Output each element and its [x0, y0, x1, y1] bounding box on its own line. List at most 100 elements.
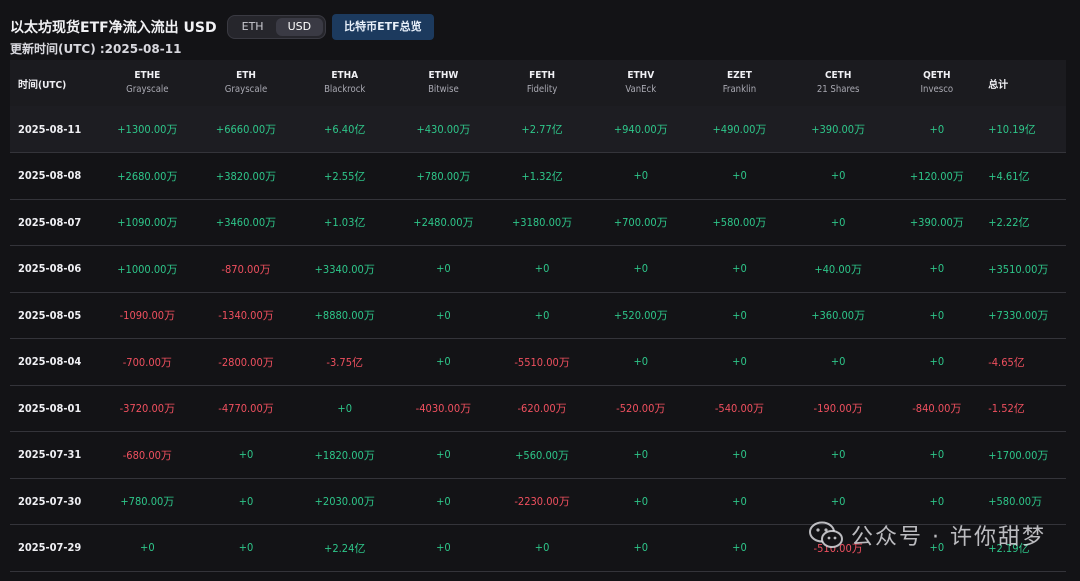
- flow-cell: -700.00万: [122, 355, 172, 369]
- flow-cell: +2.55亿: [324, 169, 366, 183]
- table-row[interactable]: 2025-07-30 +780.00万 +0 +2030.00万 +0 -2230.00万…: [10, 478, 1067, 525]
- flow-cell: +1820.00万: [314, 448, 375, 462]
- flow-cell: +430.00万: [416, 123, 471, 136]
- flow-cell: +0: [830, 355, 846, 369]
- flow-cell: +0: [929, 494, 945, 508]
- flow-cell: +0: [929, 122, 945, 136]
- flow-cell: +6660.00万: [215, 123, 277, 136]
- flow-cell: +0: [732, 494, 747, 508]
- fund-code: ETHW: [428, 70, 459, 81]
- etf-flow-table: 时间(UTC) ETHE Grayscale ETH Grayscale ETHA Bla…: [10, 60, 1067, 572]
- flow-cell: +1090.00万: [117, 216, 178, 230]
- flow-cell: +1.32亿: [521, 169, 563, 183]
- table-row[interactable]: 2025-08-07 +1090.00万 +3460.00万 +1.03亿 +2480.…: [10, 199, 1067, 246]
- flow-cell: +3820.00万: [215, 169, 277, 183]
- table-row[interactable]: 2025-08-05 -1090.00万 -1340.00万 +8880.00万 +0 +…: [10, 292, 1067, 339]
- flow-cell: +940.00万: [613, 123, 668, 136]
- row-date: 2025-08-05: [18, 308, 82, 322]
- fund-code: CETH: [824, 70, 852, 81]
- total-column-header[interactable]: 总计: [986, 60, 1066, 106]
- column-header-ethw[interactable]: ETHW Bitwise: [394, 60, 493, 106]
- fund-issuer: Grayscale: [126, 84, 169, 95]
- flow-cell: -4770.00万: [218, 402, 274, 416]
- page-title: 以太坊现货ETF净流入流出 USD: [10, 20, 217, 36]
- table-row[interactable]: 2025-08-01 -3720.00万 -4770.00万 +0 -4030.00万 -…: [10, 385, 1067, 432]
- column-header-ceth[interactable]: CETH 21 Shares: [789, 60, 888, 106]
- total-cell: -4.65亿: [988, 355, 1025, 369]
- flow-cell: +0: [830, 215, 846, 229]
- flow-cell: +3460.00万: [215, 216, 277, 230]
- column-header-qeth[interactable]: QETH Invesco: [888, 60, 987, 106]
- flow-cell: +0: [929, 541, 945, 555]
- total-cell: +10.19亿: [988, 123, 1036, 136]
- flow-cell: +0: [929, 448, 945, 462]
- column-header-ethe[interactable]: ETHE Grayscale: [98, 60, 197, 106]
- total-cell: +1700.00万: [988, 448, 1049, 462]
- flow-cell: +490.00万: [712, 123, 767, 136]
- page: 以太坊现货ETF净流入流出 USD ETH USD 比特币ETF总览 更新时间(…: [0, 0, 1080, 581]
- flow-cell: +0: [830, 494, 846, 508]
- row-date: 2025-08-08: [18, 169, 82, 183]
- flow-cell: -4030.00万: [415, 402, 472, 416]
- row-date: 2025-08-04: [18, 355, 82, 369]
- header: 以太坊现货ETF净流入流出 USD ETH USD 比特币ETF总览: [10, 0, 1070, 42]
- flow-cell: -510.00万: [813, 541, 863, 555]
- flow-cell: -1340.00万: [218, 309, 274, 323]
- flow-cell: +0: [633, 355, 649, 369]
- table-body: 2025-08-11 +1300.00万 +6660.00万 +6.40亿 +430.0…: [10, 106, 1067, 571]
- row-date: 2025-08-11: [18, 122, 82, 136]
- total-cell: +3510.00万: [988, 262, 1049, 276]
- total-cell: +2.19亿: [988, 541, 1030, 555]
- row-date: 2025-07-30: [18, 494, 82, 508]
- column-header-feth[interactable]: FETH Fidelity: [493, 60, 592, 106]
- column-header-eth[interactable]: ETH Grayscale: [197, 60, 296, 106]
- table-header-row: 时间(UTC) ETHE Grayscale ETH Grayscale ETHA Bla…: [10, 60, 1067, 106]
- flow-cell: +0: [534, 541, 550, 555]
- flow-cell: -1090.00万: [119, 309, 176, 323]
- column-header-etha[interactable]: ETHA Blackrock: [295, 60, 394, 106]
- btc-etf-overview-button[interactable]: 比特币ETF总览: [332, 14, 434, 40]
- flow-cell: +780.00万: [120, 495, 175, 509]
- column-header-ezet[interactable]: EZET Franklin: [690, 60, 789, 106]
- flow-cell: +0: [633, 448, 649, 462]
- flow-cell: -2230.00万: [514, 495, 570, 509]
- table-row[interactable]: 2025-07-29 +0 +0 +2.24亿 +0 +0 +0 +0 -510.00万 +0 +2…: [10, 525, 1067, 571]
- flow-cell: -5510.00万: [514, 355, 570, 369]
- currency-toggle: ETH USD: [226, 15, 327, 39]
- fund-issuer: 21 Shares: [816, 84, 860, 95]
- date-column-header[interactable]: 时间(UTC): [10, 60, 98, 106]
- table-row[interactable]: 2025-08-08 +2680.00万 +3820.00万 +2.55亿 +780.0…: [10, 153, 1067, 199]
- flow-cell: +0: [436, 494, 451, 508]
- toggle-usd[interactable]: USD: [275, 18, 324, 36]
- table-row[interactable]: 2025-07-31 -680.00万 +0 +1820.00万 +0 +560.00万 +…: [10, 432, 1067, 478]
- flow-cell: +0: [436, 541, 451, 555]
- fund-issuer: VanEck: [625, 84, 657, 95]
- flow-cell: +0: [732, 262, 747, 276]
- flow-cell: -2800.00万: [218, 355, 274, 369]
- total-cell: +580.00万: [988, 495, 1043, 509]
- fund-code: ETHE: [134, 70, 161, 81]
- column-header-ethv[interactable]: ETHV VanEck: [591, 60, 690, 106]
- total-cell: -1.52亿: [988, 402, 1025, 416]
- flow-cell: +40.00万: [814, 262, 862, 276]
- table-row[interactable]: 2025-08-04 -700.00万 -2800.00万 -3.75亿 +0 -5510…: [10, 339, 1067, 385]
- flow-cell: +120.00万: [909, 169, 964, 183]
- flow-cell: +0: [830, 448, 846, 462]
- row-date: 2025-08-07: [18, 215, 82, 229]
- row-date: 2025-08-06: [18, 262, 82, 276]
- total-cell: +7330.00万: [988, 309, 1049, 323]
- flow-cell: +780.00万: [416, 169, 471, 183]
- table-row[interactable]: 2025-08-11 +1300.00万 +6660.00万 +6.40亿 +430.0…: [10, 106, 1067, 153]
- fund-code: ETH: [236, 70, 256, 81]
- flow-cell: +520.00万: [613, 309, 668, 323]
- update-time: 更新时间(UTC) :2025-08-11: [10, 42, 182, 56]
- flow-cell: +0: [534, 262, 550, 276]
- toggle-eth[interactable]: ETH: [230, 18, 276, 36]
- flow-cell: +0: [238, 541, 254, 555]
- flow-cell: +0: [929, 262, 945, 276]
- row-date: 2025-07-29: [18, 541, 82, 555]
- row-date: 2025-08-01: [18, 401, 82, 415]
- flow-cell: +2480.00万: [413, 216, 474, 230]
- table-row[interactable]: 2025-08-06 +1000.00万 -870.00万 +3340.00万 +0 +0…: [10, 246, 1067, 292]
- flow-cell: +3180.00万: [511, 216, 573, 230]
